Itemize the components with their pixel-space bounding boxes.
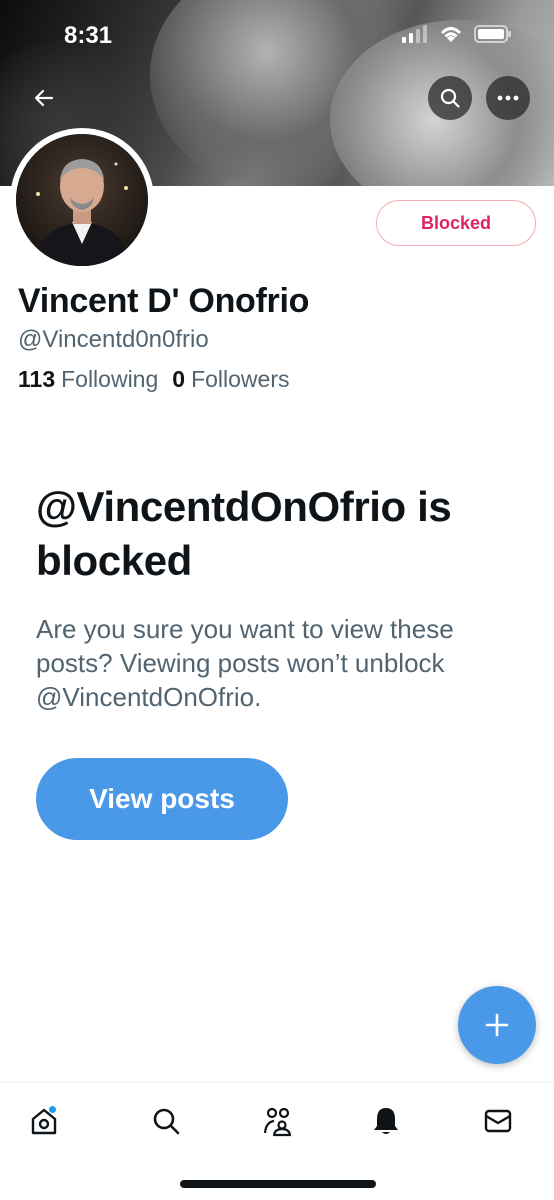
blocked-notice-description: Are you sure you want to view these post… xyxy=(36,614,454,712)
search-button[interactable] xyxy=(428,76,472,120)
search-icon xyxy=(440,88,460,108)
followers-link[interactable]: 0 Followers xyxy=(172,366,289,393)
profile-name: Vincent D' Onofrio xyxy=(18,282,310,320)
more-button[interactable] xyxy=(486,76,530,120)
nav-messages[interactable] xyxy=(476,1099,520,1143)
home-notification-dot xyxy=(48,1105,57,1114)
wifi-icon xyxy=(440,27,462,42)
search-icon xyxy=(153,1108,180,1135)
status-icons xyxy=(402,24,512,44)
followers-count: 0 xyxy=(172,366,186,392)
following-label: Following xyxy=(61,366,159,392)
following-count: 113 xyxy=(18,366,56,392)
more-icon xyxy=(497,95,519,101)
blocked-notice-title: @VincentdOnOfrio is blocked xyxy=(36,483,452,584)
follow-stats: 113 Following 0 Followers xyxy=(18,366,289,393)
following-link[interactable]: 113 Following xyxy=(18,366,158,393)
communities-icon xyxy=(263,1107,292,1137)
compose-button[interactable] xyxy=(458,986,536,1064)
notifications-icon xyxy=(374,1108,398,1134)
nav-home[interactable] xyxy=(22,1099,66,1143)
arrow-left-icon xyxy=(34,89,54,107)
profile-avatar[interactable] xyxy=(10,128,154,272)
view-posts-button[interactable]: View posts xyxy=(36,758,288,840)
battery-icon xyxy=(474,25,511,43)
messages-icon xyxy=(484,1109,512,1133)
signal-icon xyxy=(402,25,427,43)
status-time: 8:31 xyxy=(64,22,113,49)
nav-search[interactable] xyxy=(144,1099,188,1143)
nav-notifications[interactable] xyxy=(364,1099,408,1143)
nav-communities[interactable] xyxy=(256,1099,300,1143)
blocked-button[interactable]: Blocked xyxy=(376,200,536,246)
avatar-photo xyxy=(16,134,148,266)
back-button[interactable] xyxy=(22,76,66,120)
profile-handle: @Vincentd0n0frio xyxy=(18,326,209,353)
plus-icon xyxy=(485,1013,509,1037)
followers-label: Followers xyxy=(191,366,290,392)
status-bar: 8:31 xyxy=(0,0,554,80)
home-indicator[interactable] xyxy=(180,1180,376,1188)
